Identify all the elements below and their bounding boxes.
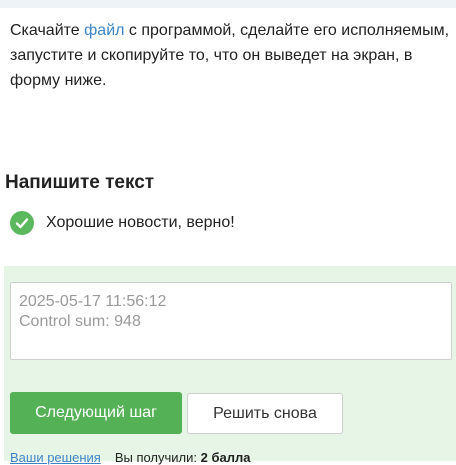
top-strip: [0, 0, 456, 8]
task-description: Скачайте файл с программой, сделайте его…: [10, 18, 456, 93]
check-circle-icon: [10, 211, 34, 235]
score-label: Вы получили:: [114, 450, 201, 465]
answer-panel: 2025-05-17 11:56:12 Control sum: 948 Сле…: [4, 266, 456, 465]
section-heading: Напишите текст: [5, 172, 155, 193]
next-step-button[interactable]: Следующий шаг: [10, 392, 182, 434]
retry-button[interactable]: Решить снова: [187, 393, 343, 434]
task-text-line-1-rest: с программой, сделайте его исполняемым,: [124, 22, 450, 39]
answer-textarea[interactable]: 2025-05-17 11:56:12 Control sum: 948: [10, 282, 452, 360]
task-description-line-2: запустите и скопируйте то, что он выведе…: [10, 47, 413, 64]
correct-feedback: Хорошие новости, верно!: [10, 210, 235, 236]
your-solutions-link[interactable]: Ваши решения: [10, 450, 101, 465]
score-value: 2 балла: [200, 450, 251, 465]
download-file-link[interactable]: файл: [84, 22, 124, 39]
task-description-line-3: форму ниже.: [10, 72, 107, 89]
submission-footer: Ваши решения Вы получили: 2 балла: [10, 450, 250, 465]
task-text-before-link: Скачайте: [10, 22, 85, 39]
feedback-message: Хорошие новости, верно!: [46, 214, 235, 231]
task-description-line-1: Скачайте файл с программой, сделайте его…: [10, 18, 456, 43]
